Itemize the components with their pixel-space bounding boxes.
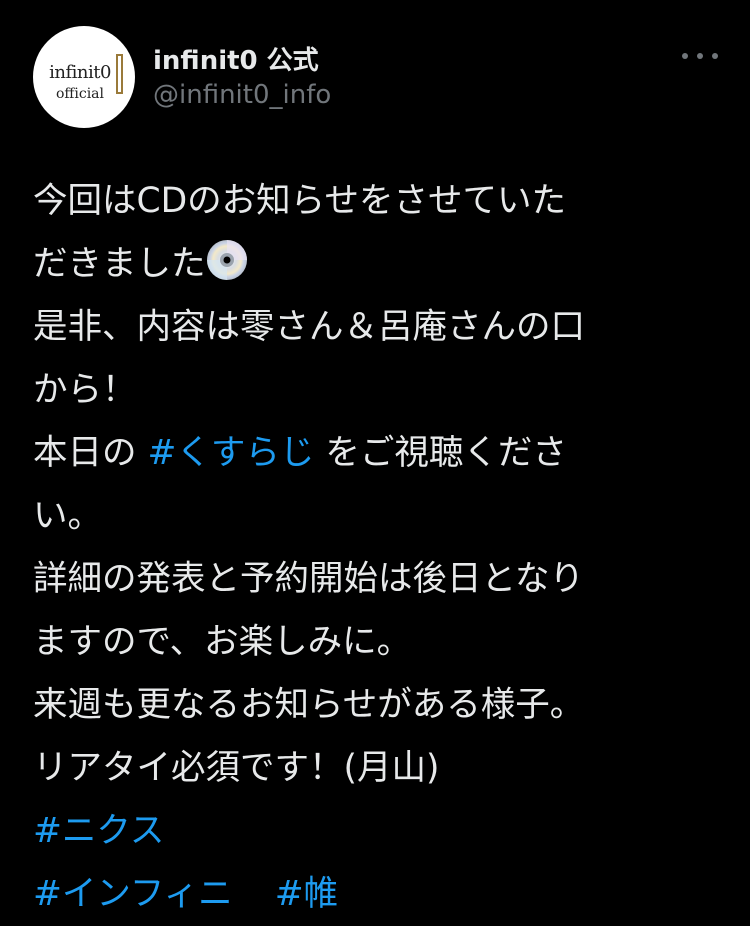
hashtag-link[interactable]: #くすらじ <box>147 433 314 473</box>
tweet-line: い。 <box>33 496 102 536</box>
more-horizontal-icon <box>697 53 703 59</box>
tweet-line: ますので、お楽しみに。 <box>33 622 412 662</box>
tweet-line-text: だきました <box>33 244 206 284</box>
tweet-line: 是非、内容は零さん＆呂庵さんの口 <box>33 307 585 347</box>
avatar-logo-subtext: official <box>56 86 104 102</box>
tweet-line: だきました <box>33 233 723 296</box>
tweet-line: #インフィニ #帷 <box>33 863 723 926</box>
tweet-line: から！ <box>33 370 137 410</box>
tweet-line: 今回はCDのお知らせをさせていた <box>33 181 566 221</box>
tweet-line: #ニクス <box>33 800 723 863</box>
user-handle[interactable]: @infinit0_info <box>153 80 331 110</box>
hashtag-link[interactable]: #インフィニ <box>33 874 233 914</box>
tweet-line: リアタイ必須です！(月山) <box>33 748 440 788</box>
tweet-text: 今回はCDのお知らせをさせていた だきました 是非、内容は零さん＆呂庵さんの口 … <box>33 170 723 926</box>
tweet-line-text: 本日の <box>33 433 148 473</box>
tweet-line: 詳細の発表と予約開始は後日となり <box>33 559 584 599</box>
more-horizontal-icon <box>712 53 718 59</box>
avatar-logo-mark <box>116 54 123 94</box>
tweet-header: infinit0 official infinit0 公式 @infinit0_… <box>0 0 750 160</box>
display-name[interactable]: infinit0 公式 <box>153 40 319 77</box>
cd-icon <box>206 240 247 280</box>
avatar[interactable]: infinit0 official <box>33 26 135 128</box>
more-options-button[interactable] <box>682 46 718 66</box>
hashtag-link[interactable]: #帷 <box>275 874 338 914</box>
avatar-logo-text: infinit0 <box>49 62 111 83</box>
more-horizontal-icon <box>682 53 688 59</box>
hashtag-link[interactable]: #ニクス <box>33 811 164 851</box>
tweet-line: 来週も更なるお知らせがある様子。 <box>33 685 585 725</box>
tweet-line-text: をご視聴くださ <box>314 433 567 473</box>
tweet-line: 本日の #くすらじ をご視聴くださ <box>33 422 723 485</box>
